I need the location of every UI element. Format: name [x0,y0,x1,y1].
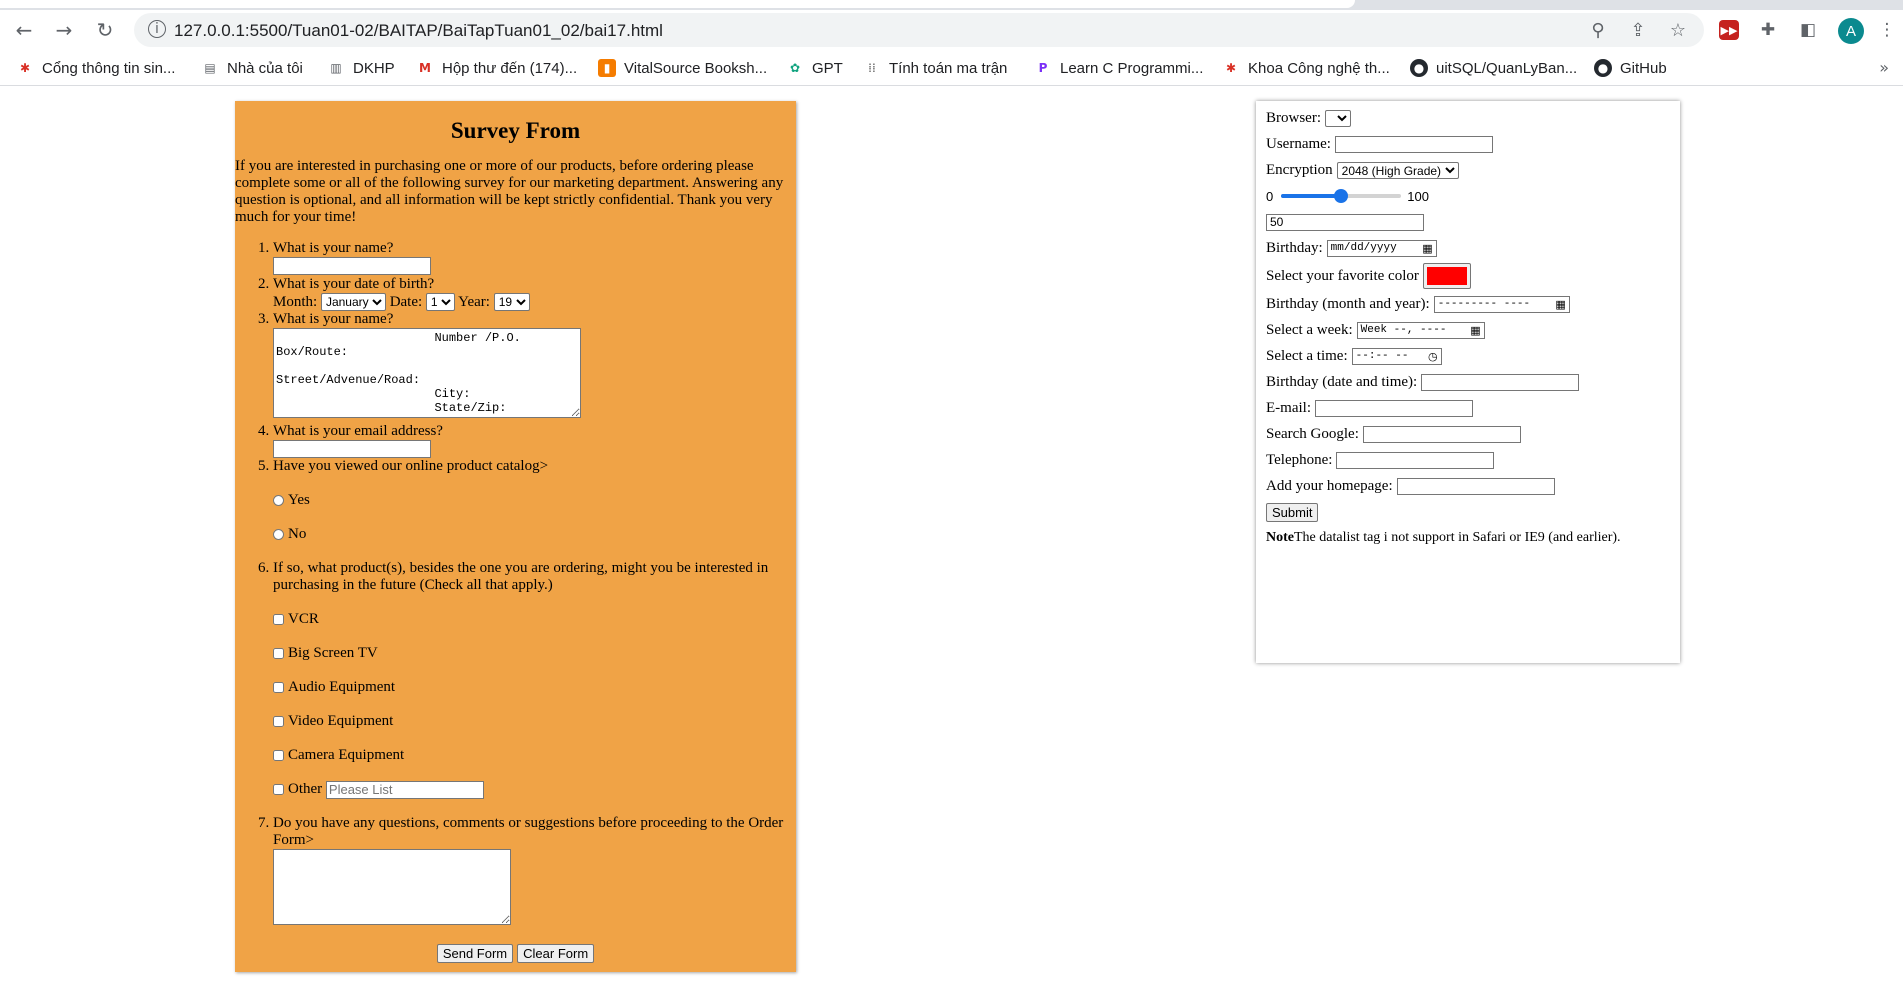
bookmark-item[interactable]: ▮ VitalSource Booksh... [598,58,767,78]
menu-dots-icon[interactable]: ⋮ [1876,19,1898,41]
url-text[interactable]: 127.0.0.1:5500/Tuan01-02/BAITAP/BaiTapTu… [174,21,663,41]
time-input[interactable]: --:-- -- ◷ [1351,347,1442,365]
active-tab-edge [0,0,1903,10]
camera-equipment-checkbox[interactable] [273,750,284,761]
bookmark-item[interactable]: ● uitSQL/QuanLyBan... [1410,58,1577,78]
extensions-puzzle-icon[interactable]: ✚ [1757,19,1779,41]
bookmark-item[interactable]: ✿ GPT [786,58,843,78]
survey-form: Survey From If you are interested in pur… [235,101,796,972]
uit-logo-icon: ✱ [19,61,31,75]
input-types-form: Browser: Username: Encryption 2048 (High… [1256,101,1680,663]
openai-icon: ✿ [789,61,801,75]
bookmark-item[interactable]: ▥ DKHP [327,58,394,78]
bookmark-item[interactable]: M Hộp thư đến (174)... [416,58,577,78]
calendar-icon[interactable]: ▦ [1555,298,1565,311]
range-output-input[interactable] [1266,213,1424,231]
question-list: What is your name? What is your date of … [235,240,796,930]
send-form-button[interactable]: Send Form [436,944,514,963]
other-checkbox[interactable] [273,784,284,795]
bookmark-item[interactable]: ▤ Nhà của tôi [201,58,303,78]
calendar-icon[interactable]: ▦ [1422,242,1432,255]
audio-equipment-checkbox[interactable] [273,682,284,693]
vcr-checkbox[interactable] [273,614,284,625]
telephone-input[interactable] [1336,451,1495,469]
year-select[interactable]: 19 [493,292,530,311]
color-swatch [1426,267,1467,285]
birthday-date-input[interactable]: mm/dd/yyyy ▦ [1326,239,1437,257]
address-textarea[interactable]: Number /P.O. Box/Route: Street/Advenue/R… [273,327,581,418]
month-input[interactable]: --------- ---- ▦ [1433,295,1570,313]
document-icon: ▥ [330,61,342,75]
active-tab[interactable] [0,0,1355,8]
bookmarks-bar: ✱ Cổng thông tin sin... ▤ Nhà của tôi ▥ DKH… [0,50,1903,86]
no-radio[interactable] [273,529,284,540]
date-select[interactable]: 1 [425,292,455,311]
datetime-input[interactable] [1421,373,1580,391]
calendar-icon[interactable]: ▦ [1470,324,1480,337]
name-input[interactable] [273,257,431,275]
programiz-icon: P [1038,61,1048,75]
site-info-icon[interactable]: i [148,20,166,38]
note-label: Note [1266,530,1294,545]
survey-intro: If you are interested in purchasing one … [235,158,784,225]
slider-fill [1281,194,1342,198]
address-bar[interactable]: i 127.0.0.1:5500/Tuan01-02/BAITAP/BaiTap… [134,13,1704,47]
more-bookmarks-icon[interactable]: » [1879,58,1889,77]
extension-red-icon[interactable]: ▶▶ [1719,20,1739,40]
username-input[interactable] [1334,135,1493,153]
big-screen-tv-checkbox[interactable] [273,648,284,659]
uit-logo-icon: ✱ [1225,61,1237,75]
clock-icon[interactable]: ◷ [1428,350,1438,363]
browser-select[interactable] [1325,109,1351,127]
forward-icon[interactable]: → [50,16,78,44]
bookmark-item[interactable]: ✱ Khoa Công nghệ th... [1222,58,1390,78]
back-icon[interactable]: ← [10,16,38,44]
bookmark-item[interactable]: ✱ Cổng thông tin sin... [16,58,175,78]
week-input[interactable]: Week --, ---- ▦ [1356,321,1485,339]
encryption-select[interactable]: 2048 (High Grade) [1336,161,1459,179]
submit-button[interactable]: Submit [1266,502,1319,522]
github-icon: ● [1410,59,1428,77]
question-products: If so, what product(s), besides the one … [273,560,796,799]
yes-radio[interactable] [273,495,284,506]
bookmark-item[interactable]: ● GitHub [1594,58,1667,78]
slider-thumb[interactable] [1334,189,1349,203]
clear-form-button[interactable]: Clear Form [517,944,595,963]
moodle-icon: ▤ [204,61,216,75]
question-address: What is your name? Number /P.O. Box/Rout… [273,311,796,423]
question-comments: Do you have any questions, comments or s… [273,815,796,930]
question-name: What is your name? [273,240,796,276]
other-input[interactable] [325,780,484,799]
gmail-icon: M [419,61,431,75]
question-catalog: Have you viewed our online product catal… [273,458,796,543]
bookmark-item[interactable]: P Learn C Programmi... [1034,58,1204,78]
bookmark-item[interactable]: ⁞⁞ Tính toán ma trận [863,58,1007,78]
matrix-icon: ⁞⁞ [868,61,876,75]
browser-toolbar: ← → ↻ i 127.0.0.1:5500/Tuan01-02/BAITAP/… [0,10,1903,50]
form-buttons: Send Form Clear Form [235,944,796,963]
github-icon: ● [1594,59,1612,77]
question-email: What is your email address? [273,423,796,459]
question-dob: What is your date of birth? Month: Janua… [273,276,796,311]
comments-textarea[interactable] [273,849,511,925]
zoom-icon[interactable]: ⚲ [1588,20,1608,41]
note-text: The datalist tag i not support in Safari… [1294,530,1621,545]
range-slider[interactable] [1281,188,1402,204]
profile-avatar[interactable]: A [1838,18,1864,44]
color-picker[interactable] [1422,263,1471,289]
side-panel-icon[interactable]: ◧ [1797,19,1819,41]
video-equipment-checkbox[interactable] [273,716,284,727]
homepage-input[interactable] [1396,477,1555,495]
search-google-input[interactable] [1362,425,1521,443]
survey-title: Survey From [450,118,581,143]
share-icon[interactable]: ⇪ [1628,20,1648,41]
reload-icon[interactable]: ↻ [91,16,119,44]
bookmark-star-icon[interactable]: ☆ [1668,20,1688,41]
month-select[interactable]: January [320,292,386,311]
vitalsource-icon: ▮ [598,59,616,77]
email-input[interactable] [273,439,431,458]
email-field[interactable] [1315,399,1473,417]
